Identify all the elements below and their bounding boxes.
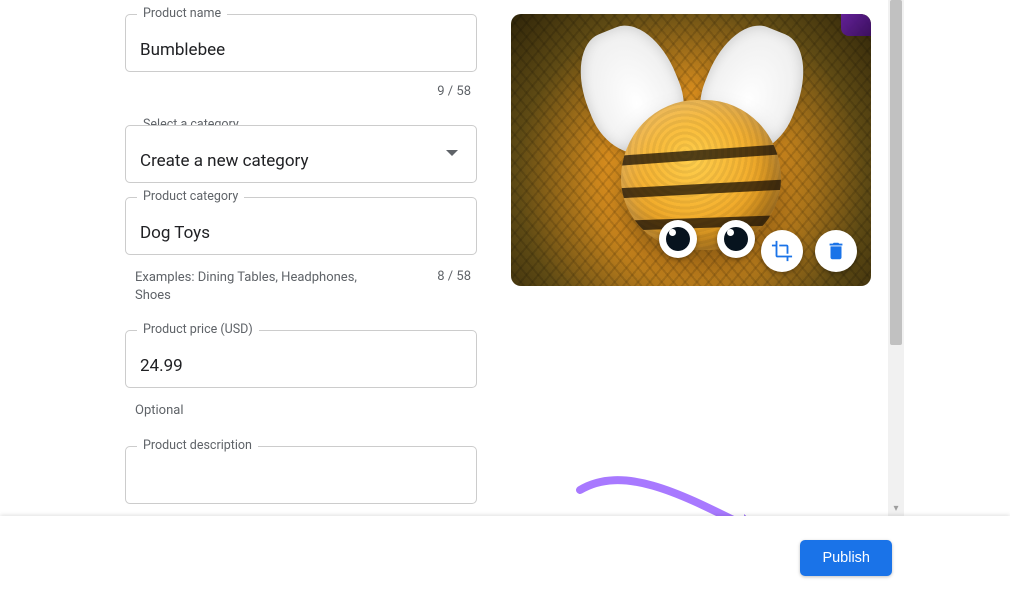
scrollbar[interactable]: ▴ ▾ xyxy=(888,0,904,516)
product-price-input[interactable]: 24.99 xyxy=(125,330,477,388)
form-column: Product name Bumblebee 9 / 58 Select a c… xyxy=(125,14,477,512)
product-image xyxy=(511,14,871,286)
chevron-down-icon xyxy=(446,150,458,156)
bee-eye-right xyxy=(717,220,755,258)
category-select[interactable]: Create a new category xyxy=(125,125,477,183)
product-category-input[interactable]: Dog Toys xyxy=(125,197,477,255)
crop-button[interactable] xyxy=(761,230,803,272)
product-price-label: Product price (USD) xyxy=(137,322,259,337)
scrollable-content: Product name Bumblebee 9 / 58 Select a c… xyxy=(0,0,898,516)
category-select-value: Create a new category xyxy=(140,151,309,171)
product-name-input[interactable]: Bumblebee xyxy=(125,14,477,72)
product-name-label: Product name xyxy=(137,6,227,21)
product-name-counter: 9 / 58 xyxy=(125,80,477,99)
publish-button[interactable]: Publish xyxy=(800,540,892,576)
image-corner-decoration xyxy=(841,14,871,36)
bee-body xyxy=(621,100,781,250)
product-price-helper: Optional xyxy=(125,396,477,420)
product-category-helper: Examples: Dining Tables, Headphones, Sho… xyxy=(135,269,375,304)
scrollbar-down-icon[interactable]: ▾ xyxy=(888,500,904,516)
product-category-counter: 8 / 58 xyxy=(437,269,471,304)
product-description-input[interactable] xyxy=(125,446,477,504)
crop-icon xyxy=(771,240,793,262)
scrollbar-thumb[interactable] xyxy=(890,0,902,345)
bee-eye-left xyxy=(659,220,697,258)
footer-bar: Publish xyxy=(0,516,1010,593)
delete-button[interactable] xyxy=(815,230,857,272)
trash-icon xyxy=(825,240,847,262)
product-category-label: Product category xyxy=(137,189,244,204)
product-description-label: Product description xyxy=(137,438,258,453)
